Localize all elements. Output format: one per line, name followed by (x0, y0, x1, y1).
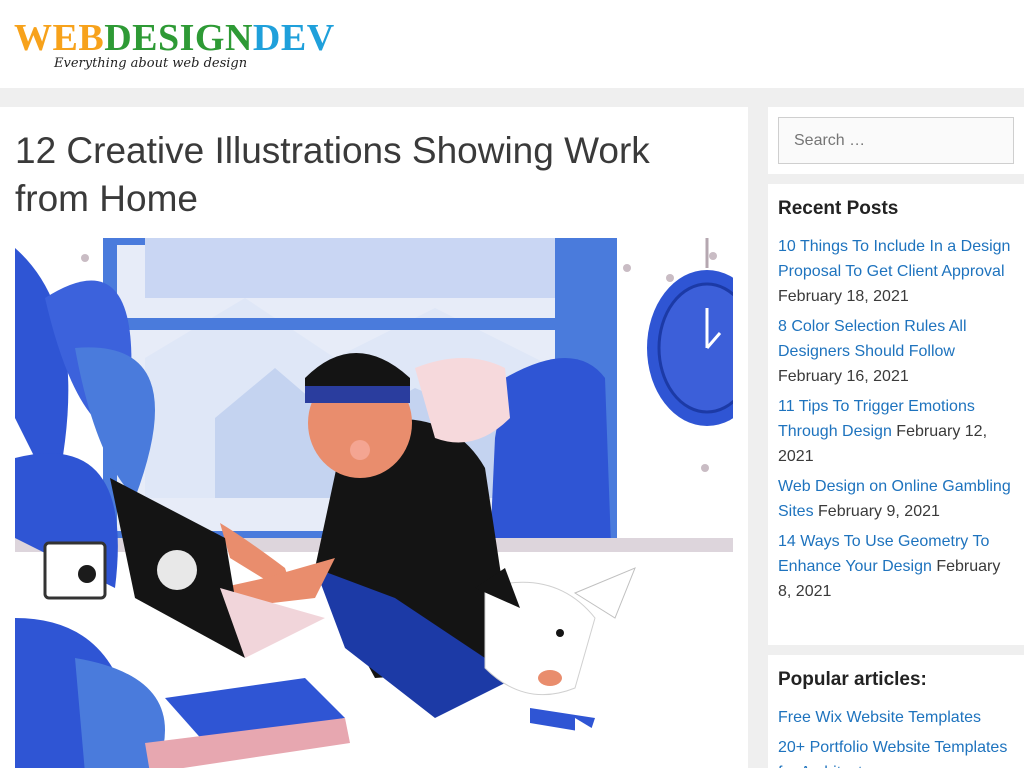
list-item: 10 Things To Include In a Design Proposa… (778, 234, 1014, 309)
recent-posts-widget: Recent Posts 10 Things To Include In a D… (768, 184, 1024, 645)
list-item: 14 Ways To Use Geometry To Enhance Your … (778, 529, 1014, 604)
site-header: WEBDESIGNDEV Everything about web design (0, 0, 1024, 88)
logo-part-design: DESIGN (104, 17, 253, 59)
post-link[interactable]: 10 Things To Include In a Design Proposa… (778, 238, 1010, 280)
post-date: February 18, 2021 (778, 288, 909, 305)
article-title[interactable]: 12 Creative Illustrations Showing Work f… (15, 127, 715, 223)
popular-articles-title: Popular articles: (778, 669, 927, 690)
post-date: February 9, 2021 (818, 503, 940, 520)
list-item: Free Wix Website Templates (778, 705, 1014, 730)
logo-tagline: Everything about web design (54, 56, 248, 71)
post-date: February 16, 2021 (778, 368, 909, 385)
site-logo[interactable]: WEBDESIGNDEV Everything about web design (14, 14, 334, 76)
article: 12 Creative Illustrations Showing Work f… (0, 107, 748, 768)
search-input[interactable] (778, 117, 1014, 164)
popular-articles-list: Free Wix Website Templates 20+ Portfolio… (778, 705, 1014, 768)
work-from-home-illustration (15, 238, 733, 768)
post-link[interactable]: 8 Color Selection Rules All Designers Sh… (778, 318, 967, 360)
logo-wordmark: WEBDESIGNDEV (14, 16, 335, 60)
logo-part-web: WEB (14, 17, 105, 59)
list-item: 20+ Portfolio Website Templates for Arch… (778, 735, 1014, 768)
list-item: Web Design on Online Gambling Sites Febr… (778, 474, 1014, 524)
search-widget (768, 107, 1024, 174)
popular-link[interactable]: 20+ Portfolio Website Templates for Arch… (778, 739, 1007, 768)
list-item: 8 Color Selection Rules All Designers Sh… (778, 314, 1014, 389)
recent-posts-list: 10 Things To Include In a Design Proposa… (778, 234, 1014, 609)
popular-link[interactable]: Free Wix Website Templates (778, 709, 981, 726)
logo-part-dev: DEV (252, 17, 335, 59)
featured-illustration-image[interactable] (15, 238, 733, 768)
recent-posts-title: Recent Posts (778, 198, 899, 219)
popular-articles-widget: Popular articles: Free Wix Website Templ… (768, 655, 1024, 768)
list-item: 11 Tips To Trigger Emotions Through Desi… (778, 394, 1014, 469)
